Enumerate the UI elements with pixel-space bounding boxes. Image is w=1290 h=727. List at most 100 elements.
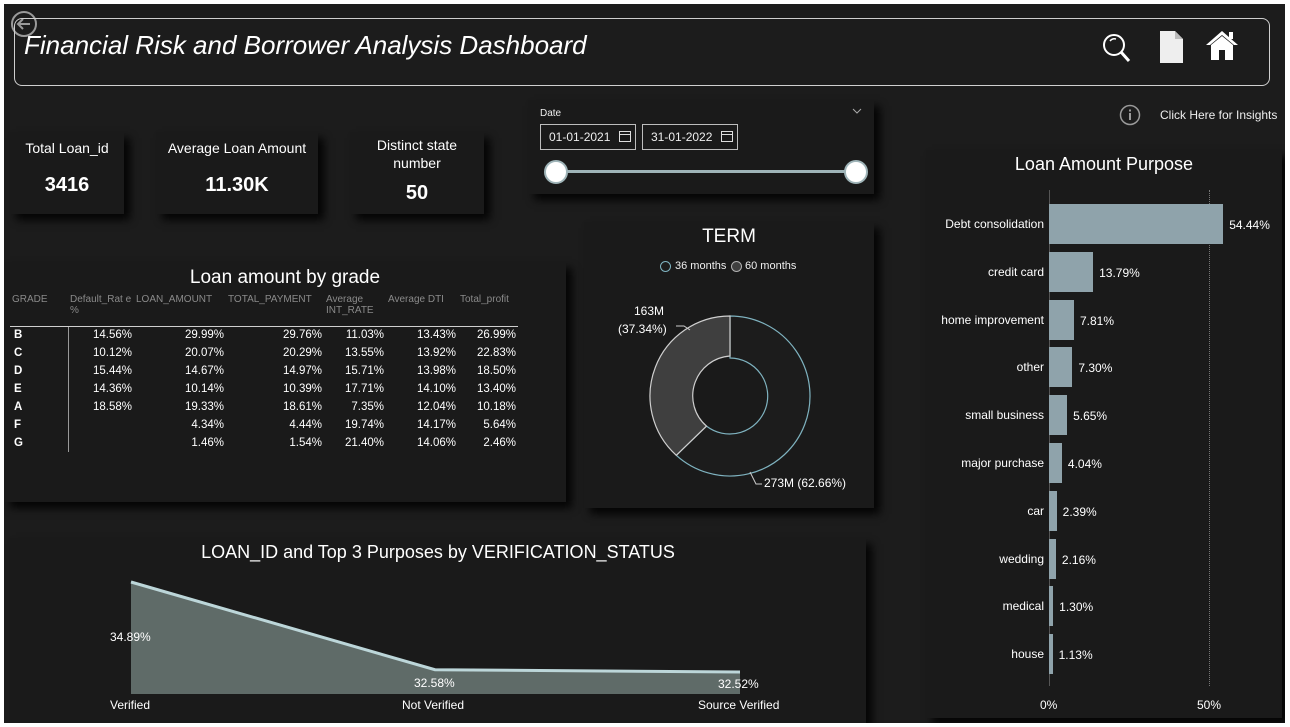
bar[interactable] (1049, 443, 1062, 483)
date-slider-end-handle[interactable] (844, 160, 868, 184)
x-category-label: Not Verified (402, 698, 465, 712)
calendar-icon[interactable] (721, 131, 733, 142)
start-date-input[interactable]: 01-01-2021 (540, 124, 636, 150)
table-row: E 14.36% 10.14% 10.39% 17.71% 14.10% 13.40% (10, 380, 518, 398)
insights-link[interactable]: Click Here for Insights (1160, 108, 1277, 122)
value-cell: 10.39% (282, 383, 322, 395)
bar[interactable] (1049, 538, 1056, 579)
info-icon[interactable] (1119, 104, 1141, 126)
bar[interactable] (1049, 395, 1068, 436)
table-column-header[interactable]: Total_profit (458, 294, 518, 327)
table-column-header[interactable]: Default_Rat e % (68, 294, 134, 327)
term-label-60: 163M (634, 304, 665, 318)
grade-cell: B (10, 326, 69, 344)
value-cell: 29.76% (282, 329, 322, 342)
verification-chart-title: LOAN_ID and Top 3 Purposes by VERIFICATI… (201, 542, 675, 562)
bar-category-label: house (1011, 647, 1044, 662)
table-row: B 14.56% 29.99% 29.76% 11.03% 13.43% 26.99% (10, 326, 518, 344)
value-cell: 1.54% (289, 437, 322, 449)
bar-value-label: 4.04% (1067, 457, 1102, 471)
value-cell: 14.56% (92, 329, 132, 342)
value-cell: 13.43% (416, 329, 456, 342)
bar[interactable] (1049, 586, 1054, 627)
date-slider-track[interactable] (558, 170, 854, 173)
area-value-label: 32.52% (718, 677, 759, 691)
x-category-label: Source Verified (698, 698, 780, 712)
bar[interactable] (1049, 299, 1074, 340)
bar-category-label: medical (1002, 599, 1044, 614)
grade-cell: E (10, 380, 69, 398)
date-slider-start-handle[interactable] (544, 160, 568, 184)
term-donut-chart (649, 315, 811, 485)
value-cell: 5.64% (483, 419, 516, 431)
bar-value-label: 2.16% (1061, 552, 1096, 567)
value-cell: 20.07% (184, 347, 224, 359)
start-date-text: 01-01-2021 (549, 130, 611, 144)
bar[interactable] (1049, 251, 1094, 292)
end-date-text: 31-01-2022 (651, 130, 713, 144)
value-cell: 19.33% (184, 401, 224, 413)
kpi-value: 50 (405, 182, 429, 204)
value-cell: 14.67% (184, 365, 224, 377)
kpi-label: Total Loan_id (25, 140, 109, 156)
table-column-header[interactable]: Average INT_RATE (324, 294, 386, 327)
bar[interactable] (1049, 634, 1053, 675)
calendar-icon[interactable] (619, 131, 631, 142)
table-row: C 10.12% 20.07% 20.29% 13.55% 13.92% 22.83% (10, 344, 518, 362)
value-cell: 10.14% (184, 383, 224, 395)
dashboard-canvas: Financial Risk and Borrower Analysis Das… (4, 4, 1285, 723)
kpi-label: Distinct state number (376, 137, 458, 171)
value-cell (68, 434, 134, 452)
home-icon[interactable] (1204, 28, 1240, 62)
bar-category-label: wedding (999, 551, 1044, 566)
bar-value-label: 2.39% (1062, 504, 1097, 519)
bar-category-label: home improvement (941, 312, 1044, 327)
date-label: Date (540, 108, 562, 119)
bar-category-label: Debt consolidation (945, 217, 1044, 231)
purpose-chart-title: Loan Amount Purpose (1014, 154, 1194, 174)
bar[interactable] (1049, 347, 1073, 388)
document-icon[interactable] (1157, 30, 1185, 64)
value-cell: 11.03% (345, 329, 384, 342)
value-cell: 14.06% (416, 437, 456, 449)
table-column-header[interactable]: GRADE (10, 294, 68, 327)
grade-cell: A (10, 398, 69, 416)
kpi-label: Average Loan Amount (167, 140, 307, 156)
value-cell: 15.71% (344, 365, 384, 377)
value-cell: 7.35% (351, 401, 384, 413)
chevron-down-icon[interactable] (852, 108, 862, 114)
table-row: G 1.46% 1.54% 21.40% 14.06% 2.46% (10, 434, 518, 452)
page-title: Financial Risk and Borrower Analysis Das… (24, 30, 587, 60)
x-tick-label: 0% (1040, 698, 1058, 712)
area-value-label: 32.58% (414, 676, 455, 690)
bar[interactable] (1049, 204, 1224, 244)
bar-value-label: 54.44% (1229, 218, 1270, 232)
value-cell: 20.29% (282, 347, 322, 359)
grade-cell: D (10, 362, 69, 380)
leader-line-36 (749, 471, 762, 485)
table-row: D 15.44% 14.67% 14.97% 15.71% 13.98% 18.50% (10, 362, 518, 380)
table-header-row: GRADE Default_Rat e % LOAN_AMOUNT TOTAL_PAY… (10, 294, 518, 327)
search-icon[interactable] (1100, 30, 1134, 66)
gridline-50 (1209, 190, 1210, 686)
grade-cell: G (10, 434, 69, 452)
value-cell: 21.40% (344, 437, 384, 449)
kpi-value: 11.30K (205, 174, 269, 196)
table-column-header[interactable]: Average DTI (386, 294, 458, 327)
term-label-36: 273M (62.66%) (764, 476, 847, 490)
end-date-input[interactable]: 31-01-2022 (642, 124, 738, 150)
table-column-header[interactable]: LOAN_AMOUNT (134, 294, 226, 327)
kpi-card-total-loan: Total Loan_id 3416 (10, 132, 124, 214)
value-cell: 14.17% (416, 419, 456, 431)
table-column-header[interactable]: TOTAL_PAYMENT (226, 294, 324, 327)
value-cell: 14.97% (282, 365, 322, 377)
value-cell: 13.98% (416, 365, 456, 377)
term-label-60-pct: (37.34%) (618, 322, 667, 336)
bar[interactable] (1049, 490, 1057, 531)
bar-category-label: car (1027, 503, 1044, 518)
value-cell: 13.92% (416, 347, 456, 359)
value-cell: 10.12% (92, 347, 132, 359)
value-cell: 22.83% (476, 347, 516, 359)
date-slicer: Date 01-01-2021 31-01-2022 (528, 100, 874, 194)
grade-cell: C (10, 344, 69, 362)
